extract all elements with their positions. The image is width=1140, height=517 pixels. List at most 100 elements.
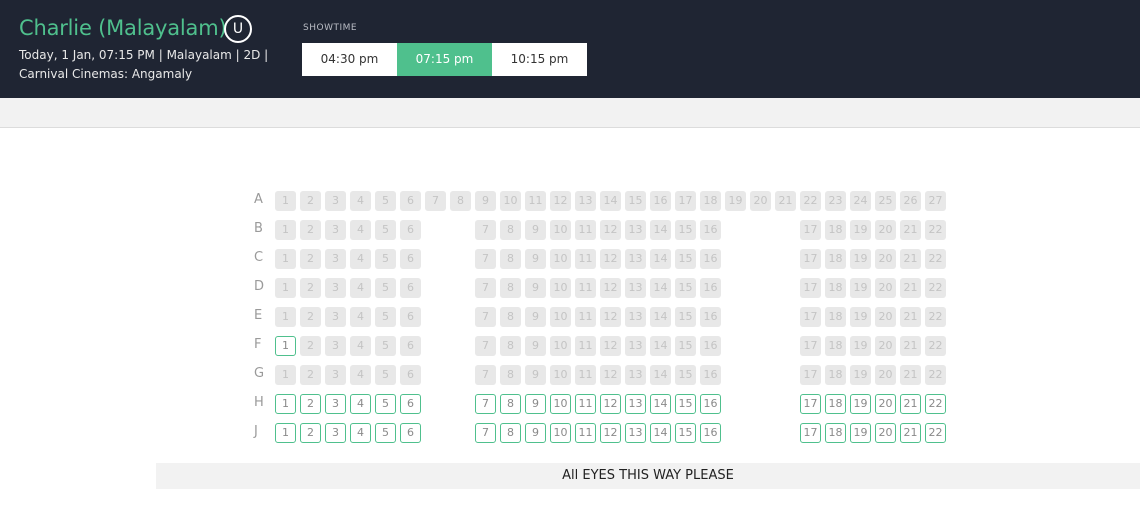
- seat-booked: 5: [375, 191, 396, 211]
- seat-available[interactable]: 7: [475, 423, 496, 443]
- seat-available[interactable]: 9: [525, 423, 546, 443]
- seat-booked: 12: [600, 307, 621, 327]
- seat-available[interactable]: 10: [550, 394, 571, 414]
- seat-booked: 17: [800, 220, 821, 240]
- seat-available[interactable]: 6: [400, 394, 421, 414]
- seat-booked: 11: [575, 365, 596, 385]
- seat-booked: 11: [575, 307, 596, 327]
- seat-booked: 4: [350, 365, 371, 385]
- seat-booked: 13: [575, 191, 596, 211]
- seat-booked: 10: [550, 336, 571, 356]
- row-label: F: [254, 337, 262, 352]
- seat-available[interactable]: 10: [550, 423, 571, 443]
- seat-available[interactable]: 7: [475, 394, 496, 414]
- seat-booked: 16: [700, 249, 721, 269]
- seat-booked: 9: [525, 336, 546, 356]
- seat-booked: 16: [700, 307, 721, 327]
- seat-available[interactable]: 4: [350, 394, 371, 414]
- seat-available[interactable]: 2: [300, 394, 321, 414]
- seat-booked: 26: [900, 191, 921, 211]
- seat-available[interactable]: 15: [675, 394, 696, 414]
- seat-available[interactable]: 14: [650, 423, 671, 443]
- seat-available[interactable]: 1: [275, 394, 296, 414]
- showtime-button[interactable]: 07:15 pm: [397, 43, 492, 76]
- seat-booked: 12: [600, 336, 621, 356]
- seat-booked: 9: [525, 220, 546, 240]
- seat-booked: 12: [550, 191, 571, 211]
- seat-available[interactable]: 16: [700, 394, 721, 414]
- seat-available[interactable]: 8: [500, 394, 521, 414]
- seat-available[interactable]: 18: [825, 423, 846, 443]
- seat-booked: 9: [525, 307, 546, 327]
- seat-available[interactable]: 22: [925, 423, 946, 443]
- seat-booked: 10: [500, 191, 521, 211]
- seat-available[interactable]: 11: [575, 423, 596, 443]
- seat-available[interactable]: 5: [375, 423, 396, 443]
- seat-available[interactable]: 11: [575, 394, 596, 414]
- seat-available[interactable]: 8: [500, 423, 521, 443]
- seat-available[interactable]: 20: [875, 423, 896, 443]
- seat-booked: 13: [625, 249, 646, 269]
- seat-available[interactable]: 1: [275, 336, 296, 356]
- seat-available[interactable]: 1: [275, 423, 296, 443]
- seat-booked: 1: [275, 220, 296, 240]
- seat-available[interactable]: 9: [525, 394, 546, 414]
- seat-booked: 14: [650, 365, 671, 385]
- seat-available[interactable]: 4: [350, 423, 371, 443]
- row-label: D: [254, 279, 265, 294]
- seat-booked: 6: [400, 307, 421, 327]
- seat-booked: 22: [925, 278, 946, 298]
- seat-available[interactable]: 5: [375, 394, 396, 414]
- seat-booked: 10: [550, 278, 571, 298]
- seat-available[interactable]: 17: [800, 394, 821, 414]
- seat-booked: 21: [900, 220, 921, 240]
- seat-booked: 12: [600, 278, 621, 298]
- seat-booked: 1: [275, 307, 296, 327]
- seat-available[interactable]: 15: [675, 423, 696, 443]
- seat-booked: 18: [825, 278, 846, 298]
- seat-booked: 18: [825, 336, 846, 356]
- seat-booked: 20: [750, 191, 771, 211]
- seat-available[interactable]: 14: [650, 394, 671, 414]
- seat-available[interactable]: 18: [825, 394, 846, 414]
- seat-available[interactable]: 19: [850, 394, 871, 414]
- seat-booked: 4: [350, 191, 371, 211]
- seat-available[interactable]: 21: [900, 394, 921, 414]
- showtime-button[interactable]: 04:30 pm: [302, 43, 397, 76]
- seat-booked: 19: [850, 278, 871, 298]
- seat-booked: 2: [300, 249, 321, 269]
- seat-available[interactable]: 17: [800, 423, 821, 443]
- seat-booked: 22: [925, 365, 946, 385]
- seat-available[interactable]: 12: [600, 394, 621, 414]
- showtime-selector: 04:30 pm 07:15 pm 10:15 pm: [302, 43, 587, 76]
- seat-available[interactable]: 2: [300, 423, 321, 443]
- showtime-button[interactable]: 10:15 pm: [492, 43, 587, 76]
- seat-available[interactable]: 19: [850, 423, 871, 443]
- seat-booked: 21: [900, 336, 921, 356]
- seat-booked: 1: [275, 278, 296, 298]
- seat-booked: 3: [325, 278, 346, 298]
- seat-booked: 1: [275, 365, 296, 385]
- seat-booked: 8: [500, 365, 521, 385]
- seat-booked: 9: [525, 249, 546, 269]
- seat-booked: 6: [400, 336, 421, 356]
- seat-available[interactable]: 6: [400, 423, 421, 443]
- seat-booked: 17: [800, 278, 821, 298]
- seat-available[interactable]: 13: [625, 394, 646, 414]
- seat-booked: 5: [375, 249, 396, 269]
- seat-available[interactable]: 20: [875, 394, 896, 414]
- seat-available[interactable]: 16: [700, 423, 721, 443]
- seat-available[interactable]: 3: [325, 423, 346, 443]
- seat-available[interactable]: 3: [325, 394, 346, 414]
- seat-booked: 21: [900, 307, 921, 327]
- seat-available[interactable]: 12: [600, 423, 621, 443]
- seat-booked: 14: [650, 220, 671, 240]
- seat-booked: 14: [650, 249, 671, 269]
- seat-booked: 3: [325, 191, 346, 211]
- seat-available[interactable]: 22: [925, 394, 946, 414]
- row-label: G: [254, 366, 265, 381]
- seat-available[interactable]: 21: [900, 423, 921, 443]
- seat-booked: 18: [825, 365, 846, 385]
- seat-available[interactable]: 13: [625, 423, 646, 443]
- seat-booked: 14: [650, 307, 671, 327]
